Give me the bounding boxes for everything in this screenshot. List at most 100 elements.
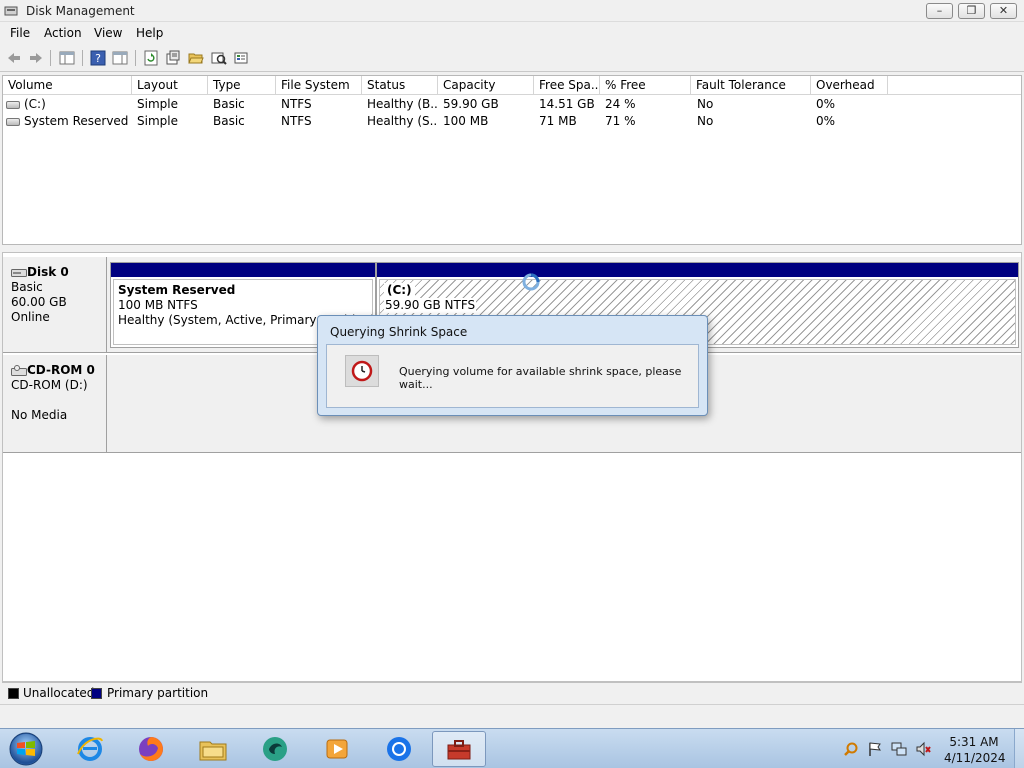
menu-bar: File Action View Help (0, 22, 1024, 44)
capacity-cell: 100 MB (443, 114, 489, 128)
volume-name: (C:) (24, 97, 46, 111)
flag-icon[interactable] (867, 741, 883, 757)
dialog-message: Querying volume for available shrink spa… (399, 365, 682, 391)
percent-free-cell: 24 % (605, 97, 636, 111)
show-desktop-button[interactable] (1014, 729, 1024, 768)
file-system-cell: NTFS (281, 114, 312, 128)
window-title: Disk Management (26, 4, 135, 18)
explore-icon[interactable] (209, 48, 229, 68)
cd-drive-icon (11, 364, 27, 376)
fault-tolerance-cell: No (697, 97, 714, 111)
menu-file[interactable]: File (10, 26, 30, 40)
dialog-title: Querying Shrink Space (330, 325, 468, 339)
properties-icon[interactable] (163, 48, 183, 68)
column-percent-free[interactable]: % Free (600, 76, 691, 95)
column-free-space[interactable]: Free Spa... (534, 76, 600, 95)
help-icon[interactable]: ? (88, 48, 108, 68)
layout-cell: Simple (137, 114, 178, 128)
firefox-icon[interactable] (124, 731, 178, 767)
taskbar: 5:31 AM 4/11/2024 (0, 728, 1024, 768)
cdrom-0-media: No Media (11, 408, 68, 422)
status-cell: Healthy (B... (367, 97, 437, 111)
volume-muted-icon[interactable] (915, 741, 931, 757)
back-arrow-icon[interactable] (4, 48, 24, 68)
volume-cell: System Reserved (6, 113, 130, 130)
cdrom-0-label[interactable]: CD-ROM 0 CD-ROM (D:) No Media (3, 355, 107, 453)
toolbar: ? (0, 44, 1024, 72)
toolbar-separator (50, 50, 51, 66)
querying-shrink-space-dialog[interactable]: Querying Shrink Space Querying volume fo… (317, 315, 708, 416)
disk-0-label[interactable]: Disk 0 Basic 60.00 GB Online (3, 257, 107, 353)
volume-list-header: Volume Layout Type File System Status Ca… (3, 76, 1021, 95)
maximize-button[interactable]: ❐ (958, 3, 985, 19)
clock-date: 4/11/2024 (944, 751, 1006, 765)
table-row[interactable]: System Reserved Simple Basic NTFS Health… (3, 113, 1021, 130)
table-row[interactable]: (C:) Simple Basic NTFS Healthy (B... 59.… (3, 96, 1021, 113)
column-volume[interactable]: Volume (3, 76, 132, 95)
cdrom-0-name: CD-ROM 0 (27, 363, 95, 377)
minimize-button[interactable]: – (926, 3, 953, 19)
column-type[interactable]: Type (208, 76, 276, 95)
forward-arrow-icon[interactable] (26, 48, 46, 68)
column-capacity[interactable]: Capacity (438, 76, 534, 95)
partition-title: (C:) (384, 283, 415, 298)
search-icon[interactable] (843, 741, 859, 757)
menu-help[interactable]: Help (136, 26, 163, 40)
volume-list[interactable]: Volume Layout Type File System Status Ca… (2, 75, 1022, 245)
disk-0-size: 60.00 GB (11, 295, 67, 309)
refresh-icon[interactable] (141, 48, 161, 68)
primary-partition-bar (111, 263, 375, 277)
column-status[interactable]: Status (362, 76, 438, 95)
volume-cell: (C:) (6, 96, 130, 113)
chrome-icon[interactable] (372, 731, 426, 767)
free-space-cell: 71 MB (539, 114, 577, 128)
column-layout[interactable]: Layout (132, 76, 208, 95)
fault-tolerance-cell: No (697, 114, 714, 128)
title-bar: Disk Management – ❐ ✕ (0, 0, 1024, 22)
file-explorer-icon[interactable] (186, 731, 240, 767)
computer-management-icon[interactable] (432, 731, 486, 767)
primary-partition-bar (377, 263, 1018, 277)
column-fault-tolerance[interactable]: Fault Tolerance (691, 76, 811, 95)
drive-icon (6, 117, 20, 126)
svg-text:?: ? (95, 52, 101, 65)
disk-0-title: Disk 0 (11, 265, 106, 280)
media-app-icon[interactable] (248, 731, 302, 767)
menu-action[interactable]: Action (44, 26, 82, 40)
clock-icon (345, 355, 379, 387)
disk-0-state: Online (11, 310, 50, 324)
overhead-cell: 0% (816, 97, 836, 111)
partition-title: System Reserved (118, 283, 236, 297)
overhead-cell: 0% (816, 114, 836, 128)
disk-0-type: Basic (11, 280, 43, 294)
legend-bar: Unallocated Primary partition (2, 682, 1022, 703)
partition-size: 59.90 GB NTFS (384, 298, 477, 313)
show-hide-action-pane-icon[interactable] (110, 48, 130, 68)
file-system-cell: NTFS (281, 97, 312, 111)
status-cell: Healthy (S... (367, 114, 437, 128)
free-space-cell: 14.51 GB (539, 97, 595, 111)
start-button[interactable] (6, 731, 46, 767)
column-overhead[interactable]: Overhead (811, 76, 888, 95)
disk-management-icon (4, 6, 18, 16)
close-button[interactable]: ✕ (990, 3, 1017, 19)
system-clock[interactable]: 5:31 AM 4/11/2024 (944, 734, 1006, 766)
cdrom-0-type: CD-ROM (D:) (11, 378, 88, 392)
toolbar-separator (82, 50, 83, 66)
column-file-system[interactable]: File System (276, 76, 362, 95)
menu-view[interactable]: View (94, 26, 122, 40)
network-icon[interactable] (891, 741, 907, 757)
type-cell: Basic (213, 97, 245, 111)
show-hide-console-tree-icon[interactable] (57, 48, 77, 68)
legend-primary-partition: Primary partition (107, 686, 209, 700)
internet-explorer-icon[interactable] (63, 731, 117, 767)
type-cell: Basic (213, 114, 245, 128)
open-folder-icon[interactable] (186, 48, 206, 68)
settings-icon[interactable] (232, 48, 252, 68)
disk-0-name: Disk 0 (27, 265, 69, 279)
toolbar-separator (135, 50, 136, 66)
legend-unallocated: Unallocated (23, 686, 95, 700)
primary-partition-swatch (91, 688, 102, 699)
media-player-icon[interactable] (310, 731, 364, 767)
cdrom-0-title: CD-ROM 0 (11, 363, 106, 378)
